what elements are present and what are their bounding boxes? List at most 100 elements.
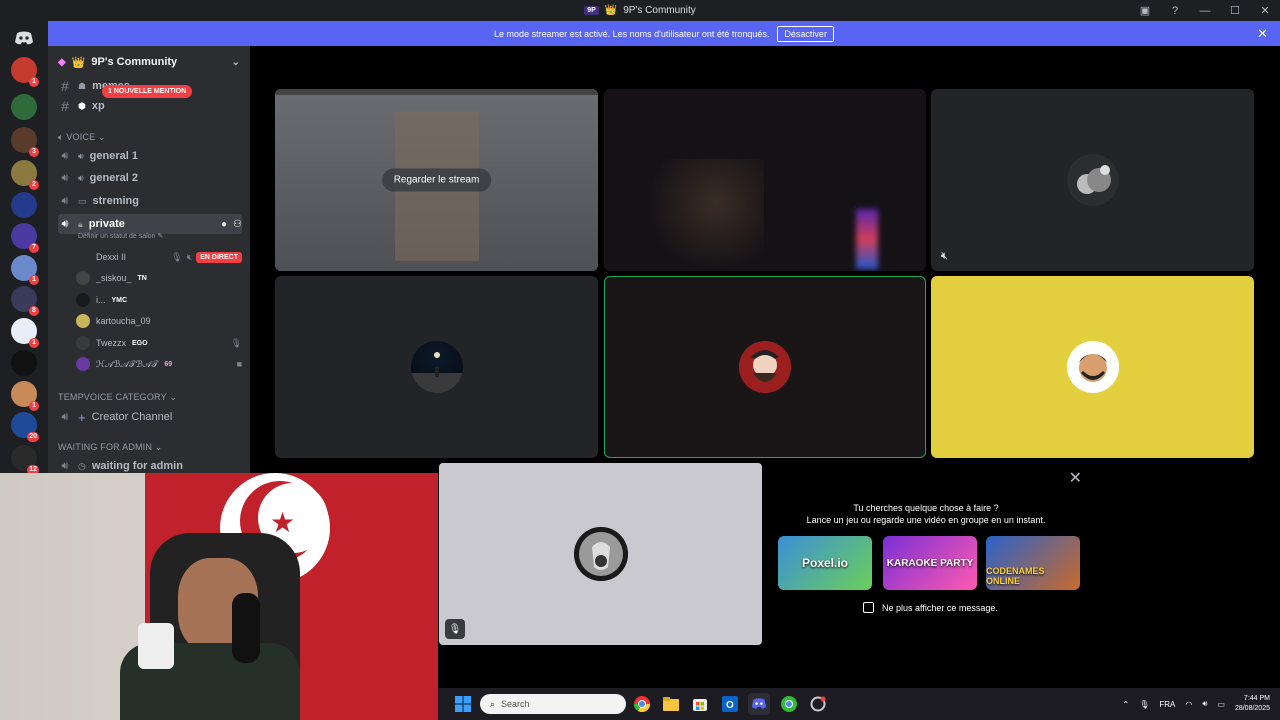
server-icon[interactable]: 1 — [11, 381, 41, 411]
voice-user[interactable]: i... YMC — [76, 291, 242, 309]
server-icon[interactable] — [11, 350, 41, 380]
user-tag: YMC — [111, 296, 128, 304]
voice-channel-general-1[interactable]: 🔊︎ 🔊︎ general 1 — [58, 146, 242, 166]
category-name: VOICE — [66, 132, 96, 142]
channel-xp[interactable]: # ⬢ xp — [58, 96, 242, 116]
voice-user[interactable]: _siskou_ TN — [76, 269, 242, 287]
inbox-icon[interactable]: ▣ — [1130, 0, 1160, 21]
minimize-button[interactable]: — — [1190, 0, 1220, 21]
chat-icon[interactable]: ● — [221, 219, 227, 230]
window-title-text: 9P's Community — [623, 5, 696, 16]
speaker-icon: 🔊︎ — [61, 171, 69, 184]
voice-channel-creator[interactable]: 🔊︎ + Creator Channel — [58, 407, 242, 427]
store-icon[interactable] — [689, 693, 711, 715]
voice-stage: Regarder le stream 🔇︎ — [250, 46, 1280, 476]
server-icon[interactable]: 3 — [11, 127, 41, 157]
stream-tile[interactable]: Regarder le stream — [275, 89, 598, 271]
avatar — [76, 250, 90, 264]
server-icon[interactable]: 20 — [11, 412, 41, 442]
wifi-icon[interactable]: ◠ — [1185, 700, 1192, 709]
language-indicator[interactable]: FRA — [1159, 700, 1175, 709]
voice-channel-streming[interactable]: 🔊︎ ▭ streming — [58, 191, 242, 211]
mic-muted-icon: 🎙︎ — [230, 337, 242, 348]
watch-stream-button[interactable]: Regarder le stream — [381, 168, 492, 192]
participant-tile-speaking[interactable] — [604, 276, 926, 458]
unread-badge: 1 — [29, 401, 39, 411]
server-icon[interactable] — [11, 192, 41, 222]
avatar — [1066, 154, 1119, 206]
taskbar-search-box[interactable]: ⌕ Search — [480, 694, 626, 714]
channel-status-placeholder[interactable]: Définir un statut de salon ✎ — [78, 232, 163, 240]
lock-icon: 🔒︎ — [78, 218, 83, 229]
clock[interactable]: 7:44 PM 28/08/2025 — [1235, 694, 1270, 714]
server-icon[interactable]: 7 — [11, 223, 41, 253]
avatar — [76, 293, 90, 307]
category-name: TEMPVOICE CATEGORY — [58, 392, 167, 402]
voice-channel-private[interactable]: 🔊︎ 🔒︎ private ● ⚇ — [58, 214, 242, 234]
game-card-karaoke[interactable]: KARAOKE PARTY — [883, 536, 977, 590]
participant-tile[interactable]: 🔇︎ — [931, 89, 1254, 271]
file-explorer-icon[interactable] — [660, 693, 682, 715]
channel-name: waiting for admin — [91, 460, 183, 472]
chevron-down-icon[interactable]: ⌄ — [232, 57, 240, 68]
camera-tile[interactable] — [604, 89, 926, 271]
activity-subtitle: Lance un jeu ou regarde une vidéo en gro… — [806, 515, 1046, 525]
voice-user-name: ℋ𝒜ℬ𝒜𝒯ℬ𝒜𝒯 — [96, 358, 159, 369]
voice-user-name: Dexxi II — [96, 252, 127, 262]
close-window-button[interactable]: ✕ — [1250, 0, 1280, 21]
chevron-up-icon[interactable]: ⌃ — [1123, 700, 1130, 709]
voice-user-name: Twezzx — [96, 338, 127, 348]
chrome-profile-icon[interactable] — [778, 693, 800, 715]
close-banner-icon[interactable]: ✕ — [1257, 26, 1268, 42]
discord-home-icon[interactable] — [12, 31, 36, 47]
server-icon[interactable]: 2 — [11, 160, 41, 190]
server-mini-logo: 9P — [584, 6, 599, 15]
maximize-button[interactable]: ☐ — [1220, 0, 1250, 21]
voice-category[interactable]: 🔈︎ VOICE ⌄ — [58, 132, 106, 143]
outlook-icon[interactable]: O — [719, 693, 741, 715]
app-icon[interactable] — [807, 693, 829, 715]
disable-streamer-mode-button[interactable]: Désactiver — [777, 25, 834, 42]
server-icon[interactable]: 8 — [11, 286, 41, 316]
mic-muted-icon: 🎙︎ — [171, 251, 183, 262]
speaker-icon: 🔊︎ — [61, 149, 69, 162]
participant-tile[interactable] — [275, 276, 598, 458]
battery-icon[interactable]: ▭ — [1217, 700, 1225, 709]
dont-show-again-checkbox[interactable] — [863, 602, 874, 613]
invite-icon[interactable]: ⚇ — [233, 219, 242, 230]
unread-badge: 7 — [29, 243, 39, 253]
dont-show-again-row[interactable]: Ne plus afficher ce message. — [863, 602, 998, 613]
volume-icon[interactable]: 🔊︎ — [1202, 699, 1207, 709]
server-icon[interactable]: 12 — [11, 445, 41, 475]
voice-user[interactable]: ℋ𝒜ℬ𝒜𝒯ℬ𝒜𝒯 69 ■ — [76, 355, 242, 373]
voice-user[interactable]: kartoucha_09 — [76, 312, 242, 330]
server-icon[interactable] — [11, 94, 41, 124]
server-header[interactable]: ◆ 👑 9P's Community ⌄ — [48, 46, 250, 78]
pencil-icon: ✎ — [157, 233, 164, 240]
game-card-codenames[interactable]: CODENAMES ONLINE — [986, 536, 1080, 590]
voice-channel-general-2[interactable]: 🔊︎ 🔊︎ general 2 — [58, 168, 242, 188]
mic-muted-icon[interactable]: 🎙︎ — [445, 619, 465, 639]
game-card-poxel[interactable]: Poxel.io — [778, 536, 872, 590]
voice-user[interactable]: Dexxi II 🎙︎ 🔇︎ EN DIRECT — [76, 248, 242, 266]
server-icon[interactable]: 1 — [11, 57, 41, 87]
waiting-category[interactable]: WAITING FOR ADMIN ⌄ — [58, 442, 163, 453]
participant-tile[interactable] — [931, 276, 1254, 458]
channel-name: general 2 — [89, 172, 138, 184]
discord-taskbar-icon[interactable] — [748, 693, 770, 715]
avatar — [76, 271, 90, 285]
voice-user[interactable]: Twezzx EGO 🎙︎ — [76, 334, 242, 352]
chrome-icon[interactable] — [631, 693, 653, 715]
dont-show-label: Ne plus afficher ce message. — [882, 602, 998, 613]
tempvoice-category[interactable]: TEMPVOICE CATEGORY ⌄ — [58, 392, 177, 403]
help-icon[interactable]: ? — [1160, 0, 1190, 21]
server-avatar — [11, 350, 37, 376]
start-button[interactable] — [452, 693, 474, 715]
close-icon[interactable]: ✕ — [1069, 468, 1082, 488]
server-icon[interactable]: 1 — [11, 255, 41, 285]
microphone-icon[interactable]: 🎙︎ — [1139, 700, 1149, 709]
speaker-icon: 🔊︎ — [61, 410, 69, 423]
server-icon[interactable]: 1 — [11, 318, 41, 348]
server-name: 9P's Community — [91, 56, 178, 68]
self-camera-preview: 🎙︎ — [439, 463, 762, 645]
